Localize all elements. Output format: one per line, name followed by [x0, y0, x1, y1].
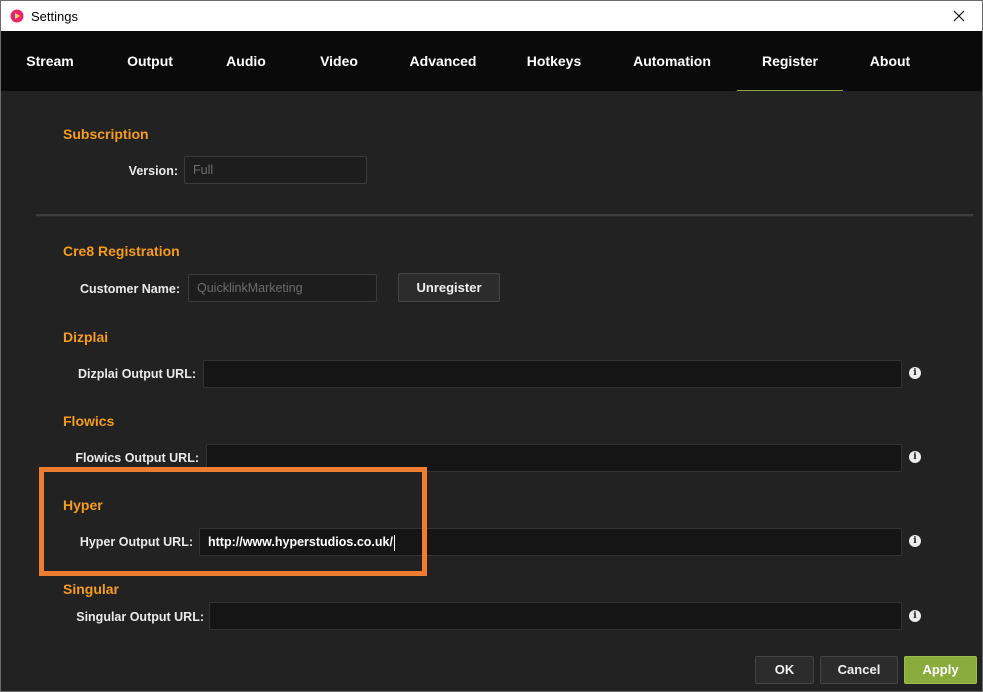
singular-url-label: Singular Output URL:	[76, 610, 204, 624]
customer-name-field: QuicklinkMarketing	[188, 274, 377, 302]
window-title: Settings	[31, 9, 78, 24]
dizplai-url-label: Dizplai Output URL:	[77, 367, 196, 381]
info-icon[interactable]: i	[909, 451, 921, 463]
title-bar: Settings	[0, 0, 983, 31]
flowics-url-label: Flowics Output URL:	[75, 451, 199, 465]
tab-bar: Stream Output Audio Video Advanced Hotke…	[0, 31, 983, 91]
info-icon[interactable]: i	[909, 610, 921, 622]
apply-button[interactable]: Apply	[904, 656, 977, 684]
flowics-heading: Flowics	[63, 413, 115, 429]
version-field: Full	[184, 156, 367, 184]
cancel-button[interactable]: Cancel	[820, 656, 898, 684]
close-button[interactable]	[936, 1, 982, 31]
dizplai-heading: Dizplai	[63, 329, 109, 345]
subscription-heading: Subscription	[63, 126, 149, 142]
unregister-button[interactable]: Unregister	[398, 273, 500, 302]
highlight-box	[39, 467, 427, 576]
tab-output[interactable]: Output	[110, 31, 190, 91]
window-border	[0, 0, 983, 692]
tab-stream[interactable]: Stream	[10, 31, 90, 91]
cre8-logo-icon	[10, 9, 24, 23]
customer-name-label: Customer Name:	[79, 282, 180, 296]
dizplai-url-input[interactable]	[203, 360, 902, 388]
tab-register[interactable]: Register	[737, 31, 843, 91]
tab-hotkeys[interactable]: Hotkeys	[512, 31, 596, 91]
tab-video[interactable]: Video	[303, 31, 375, 91]
info-icon[interactable]: i	[909, 367, 921, 379]
tab-audio[interactable]: Audio	[210, 31, 282, 91]
tab-advanced[interactable]: Advanced	[398, 31, 488, 91]
tab-about[interactable]: About	[856, 31, 924, 91]
section-divider	[36, 214, 973, 217]
registration-heading: Cre8 Registration	[63, 243, 180, 259]
info-icon[interactable]: i	[909, 535, 921, 547]
singular-url-input[interactable]	[209, 602, 902, 630]
version-label: Version:	[128, 164, 178, 178]
singular-heading: Singular	[63, 581, 120, 597]
close-icon	[953, 10, 965, 22]
ok-button[interactable]: OK	[755, 656, 814, 684]
tab-automation[interactable]: Automation	[622, 31, 722, 91]
